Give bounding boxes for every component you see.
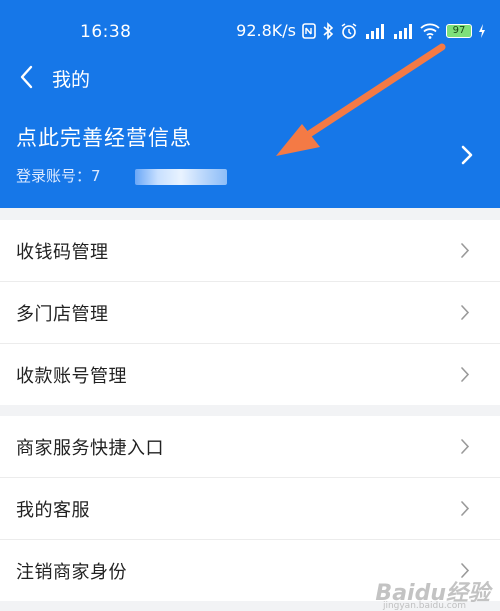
chevron-right-icon bbox=[461, 305, 470, 320]
bluetooth-icon bbox=[322, 21, 334, 40]
menu-item-label: 商家服务快捷入口 bbox=[16, 438, 164, 459]
alarm-icon bbox=[340, 22, 358, 40]
baidu-watermark-url: jingyan.baidu.com bbox=[382, 601, 466, 611]
menu-group-management: 收钱码管理 多门店管理 收款账号管理 bbox=[0, 220, 500, 405]
battery-icon: 97 bbox=[446, 23, 472, 38]
status-time: 16:38 bbox=[80, 22, 132, 42]
menu-item-qr-code-management[interactable]: 收钱码管理 bbox=[0, 220, 500, 282]
menu-item-label: 收款账号管理 bbox=[16, 366, 127, 387]
chevron-right-icon bbox=[461, 439, 470, 454]
menu-item-customer-service[interactable]: 我的客服 bbox=[0, 478, 500, 540]
menu-group-services: 商家服务快捷入口 我的客服 注销商家身份 bbox=[0, 416, 500, 601]
menu-item-label: 收钱码管理 bbox=[16, 242, 109, 263]
menu-item-label: 我的客服 bbox=[16, 500, 90, 521]
status-icons: 92.8K/s 97 bbox=[236, 21, 486, 40]
account-value: 7 bbox=[91, 167, 101, 185]
nfc-icon bbox=[302, 22, 316, 40]
account-info: 登录账号：7 bbox=[16, 165, 227, 186]
menu-item-payment-account-management[interactable]: 收款账号管理 bbox=[0, 344, 500, 405]
menu-item-label: 注销商家身份 bbox=[16, 562, 127, 583]
chevron-right-icon bbox=[461, 367, 470, 382]
page-title: 我的 bbox=[52, 69, 91, 91]
wifi-icon bbox=[420, 22, 440, 40]
chevron-right-icon bbox=[461, 243, 470, 258]
network-speed: 92.8K/s bbox=[236, 21, 296, 40]
blurred-account bbox=[134, 168, 227, 185]
account-label: 登录账号： bbox=[16, 167, 92, 185]
status-bar: 16:38 92.8K/s 97 bbox=[0, 0, 500, 52]
chevron-right-icon bbox=[461, 501, 470, 516]
business-info-title: 点此完善经营信息 bbox=[16, 126, 192, 150]
signal-icon-2 bbox=[392, 22, 414, 40]
menu-item-store-management[interactable]: 多门店管理 bbox=[0, 282, 500, 344]
signal-icon bbox=[364, 22, 386, 40]
charging-icon bbox=[478, 22, 486, 40]
menu-item-label: 多门店管理 bbox=[16, 304, 109, 325]
nav-bar: 我的 bbox=[0, 52, 500, 102]
business-info-card[interactable]: 点此完善经营信息 登录账号：7 bbox=[0, 102, 500, 208]
menu-item-merchant-services-shortcut[interactable]: 商家服务快捷入口 bbox=[0, 416, 500, 478]
chevron-right-icon bbox=[461, 145, 473, 165]
back-arrow-icon[interactable] bbox=[16, 64, 38, 90]
